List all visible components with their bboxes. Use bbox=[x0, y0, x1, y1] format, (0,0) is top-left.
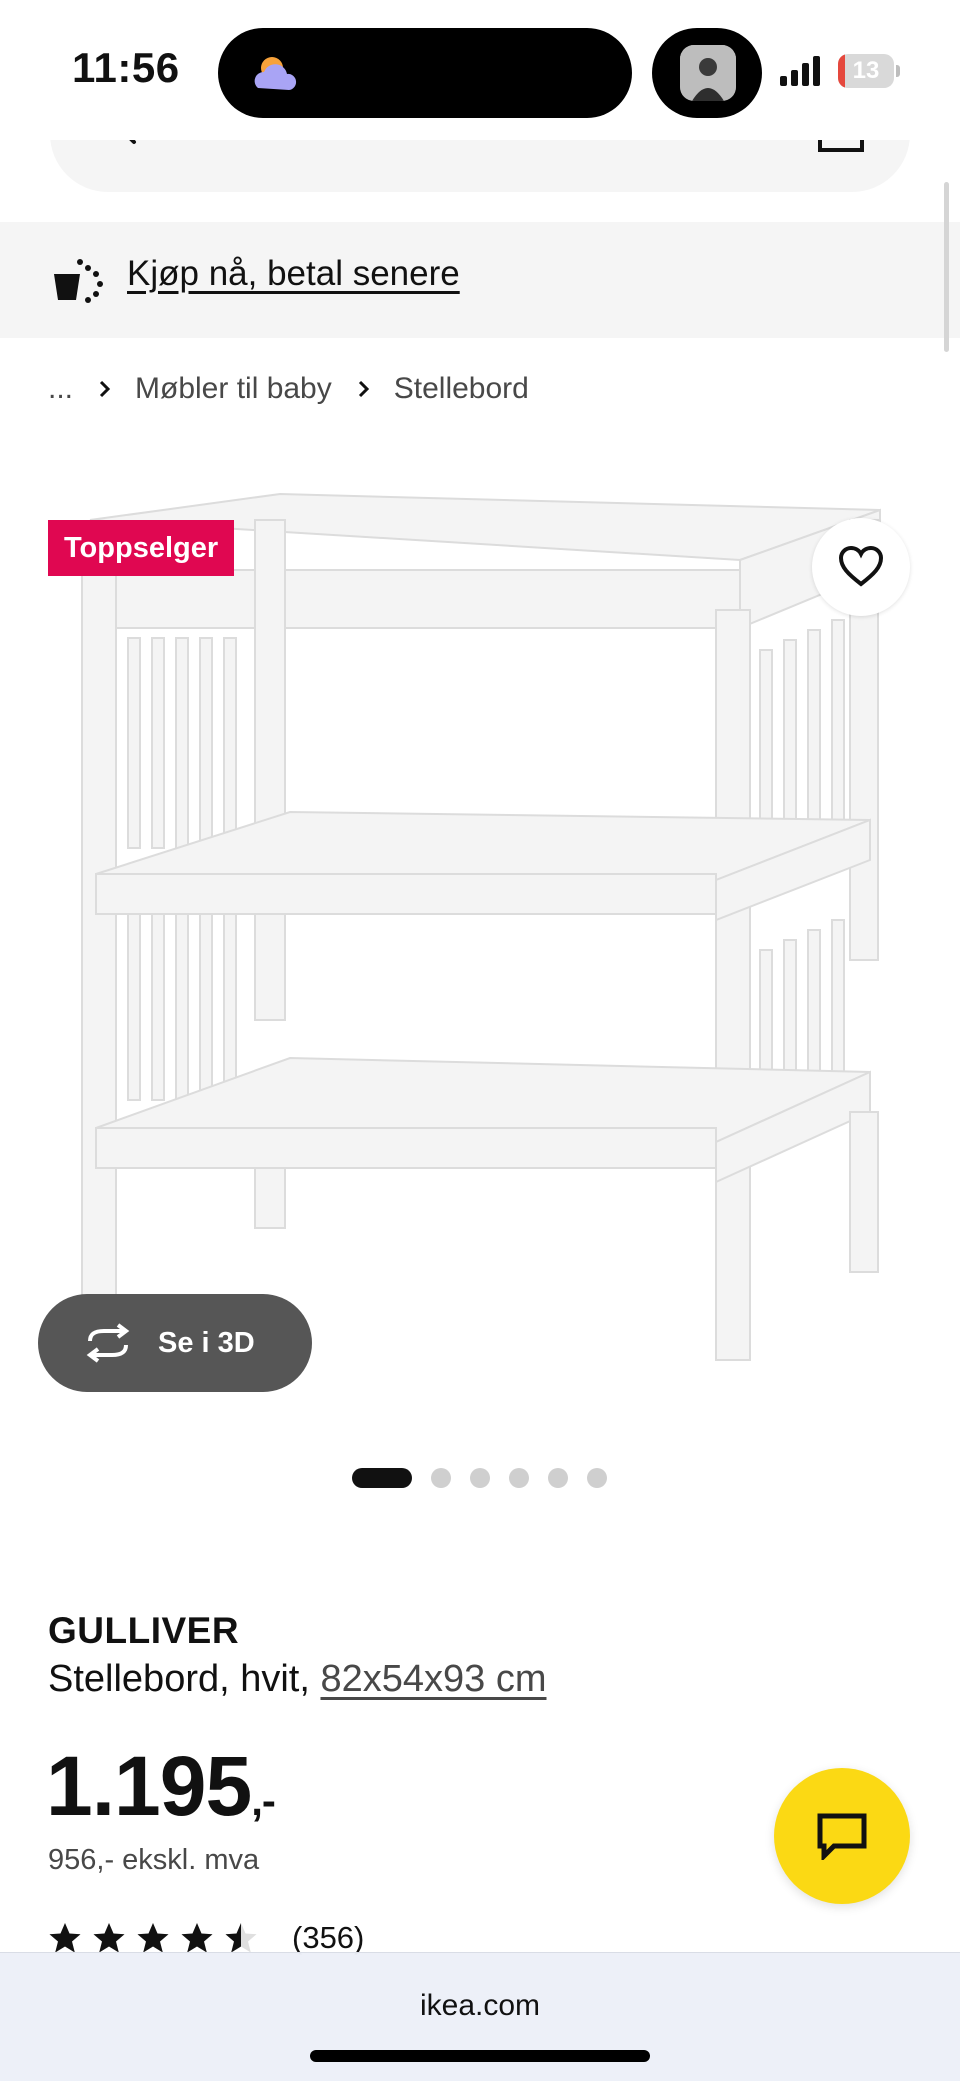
dynamic-island bbox=[218, 28, 632, 118]
chat-button[interactable] bbox=[774, 1768, 910, 1904]
product-size-link[interactable]: 82x54x93 cm bbox=[320, 1658, 546, 1700]
chat-icon bbox=[817, 1813, 867, 1860]
star-icon bbox=[137, 1923, 169, 1953]
price-suffix: ,- bbox=[251, 1777, 276, 1824]
star-icon bbox=[93, 1923, 125, 1953]
home-indicator[interactable] bbox=[310, 2050, 650, 2062]
battery-icon: 13 bbox=[838, 54, 900, 88]
price: 1.195,- bbox=[46, 1738, 276, 1835]
carousel-dot[interactable] bbox=[587, 1468, 607, 1488]
see-in-3d-button[interactable]: Se i 3D bbox=[38, 1294, 312, 1392]
carousel-dot[interactable] bbox=[431, 1468, 451, 1488]
product-type: Stellebord, hvit, bbox=[48, 1658, 310, 1700]
weather-icon bbox=[254, 57, 297, 90]
price-ex-vat: 956,- ekskl. mva bbox=[48, 1844, 260, 1876]
breadcrumb-item-changing-table[interactable]: Stellebord bbox=[394, 372, 529, 406]
product-description: Stellebord, hvit, 82x54x93 cm bbox=[48, 1658, 547, 1701]
rating-stars bbox=[48, 1921, 268, 1955]
product-name: GULLIVER bbox=[48, 1610, 240, 1651]
basket-icon bbox=[54, 259, 103, 303]
star-icon bbox=[225, 1923, 257, 1953]
star-icon bbox=[49, 1923, 81, 1953]
pay-later-banner[interactable]: Kjøp nå, betal senere bbox=[0, 222, 960, 338]
favorite-button[interactable] bbox=[812, 518, 910, 616]
breadcrumb-item-more[interactable]: ... bbox=[48, 372, 73, 406]
carousel-dot[interactable] bbox=[470, 1468, 490, 1488]
rotate-icon bbox=[86, 1323, 130, 1363]
bestseller-badge: Toppselger bbox=[48, 520, 235, 576]
rating[interactable]: (356) bbox=[48, 1920, 364, 1956]
live-activity-pill bbox=[652, 28, 762, 118]
pay-later-link[interactable]: Kjøp nå, betal senere bbox=[127, 254, 460, 294]
see-in-3d-label: Se i 3D bbox=[158, 1326, 255, 1359]
chevron-right-icon bbox=[358, 380, 369, 398]
price-value: 1.195 bbox=[46, 1739, 252, 1833]
breadcrumb: ... Møbler til baby Stellebord bbox=[48, 372, 529, 406]
chevron-right-icon bbox=[99, 380, 111, 398]
url-text[interactable]: ikea.com bbox=[0, 1989, 960, 2023]
status-time: 11:56 bbox=[72, 44, 180, 91]
carousel-dots[interactable] bbox=[352, 1468, 626, 1488]
avatar bbox=[680, 45, 736, 101]
breadcrumb-item-baby-furniture[interactable]: Møbler til baby bbox=[135, 372, 332, 406]
status-bar: 11:56 13 bbox=[0, 0, 960, 140]
heart-icon bbox=[838, 546, 884, 587]
star-icon bbox=[181, 1923, 213, 1953]
carousel-dot[interactable] bbox=[509, 1468, 529, 1488]
battery-level: 13 bbox=[852, 57, 880, 84]
product-image[interactable] bbox=[0, 460, 960, 1440]
carousel-dot[interactable] bbox=[548, 1468, 568, 1488]
scrollbar bbox=[944, 182, 949, 352]
carousel-dot[interactable] bbox=[352, 1468, 412, 1488]
rating-count[interactable]: (356) bbox=[292, 1920, 364, 1956]
cellular-signal-icon bbox=[780, 56, 820, 86]
